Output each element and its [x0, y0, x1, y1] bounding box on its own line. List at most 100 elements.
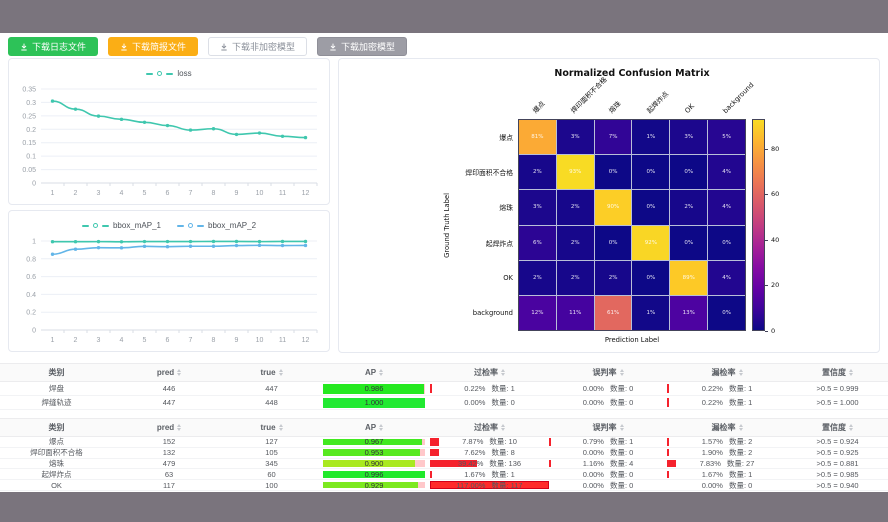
- svg-text:0.8: 0.8: [26, 256, 36, 263]
- download-icon: [220, 43, 228, 51]
- column-header-pred[interactable]: pred: [113, 419, 225, 436]
- column-header-pred[interactable]: pred: [113, 364, 225, 381]
- download-log-button[interactable]: 下载日志文件: [8, 37, 98, 56]
- cell-value: 爆点: [49, 437, 64, 447]
- cell-value: 127: [265, 437, 278, 446]
- column-header-label: 类别: [49, 422, 65, 433]
- column-header-misjudge[interactable]: 误判率: [549, 419, 667, 436]
- column-header-label: AP: [365, 368, 376, 377]
- rate-percent: 1.90%: [702, 448, 723, 457]
- column-header-ap[interactable]: AP: [318, 364, 430, 381]
- legend-item-loss[interactable]: loss: [146, 66, 191, 81]
- cell-overkill: 39.42%数量: 136: [430, 459, 549, 469]
- cm-row-label: 起焊炸点: [486, 238, 513, 248]
- sort-icon[interactable]: [620, 369, 624, 376]
- rate-percent: 1.67%: [702, 470, 723, 479]
- sort-icon[interactable]: [177, 424, 181, 431]
- ground-truth-axis-label: Ground Truth Label: [442, 119, 452, 331]
- rate-count: 数量: 8: [491, 448, 514, 458]
- svg-text:0.1: 0.1: [26, 154, 36, 161]
- cell-miss: 1.90%数量: 2: [667, 448, 787, 458]
- rate-percent: 7.62%: [464, 448, 485, 457]
- column-header-label: pred: [157, 423, 174, 432]
- column-header-ap[interactable]: AP: [318, 419, 430, 436]
- download-toolbar: 下载日志文件 下载简报文件 下载非加密模型 下载加密模型: [8, 37, 407, 56]
- cell-misjudge: 0.00%数量: 0: [549, 480, 667, 490]
- legend-label: bbox_mAP_2: [208, 221, 256, 230]
- cell-overkill: 7.87%数量: 10: [430, 437, 549, 447]
- cm-cell-value: 81%: [531, 134, 543, 140]
- cell-ap: 0.967: [318, 437, 430, 447]
- cell-confidence: >0.5 = 0.999: [787, 382, 888, 395]
- cm-cell-value: 2%: [533, 275, 542, 281]
- cm-cell: 6%: [519, 226, 556, 260]
- sort-icon[interactable]: [849, 369, 853, 376]
- cm-cell: 2%: [519, 155, 556, 189]
- column-header-overkill[interactable]: 过检率: [430, 364, 549, 381]
- rate-bar: [549, 438, 551, 445]
- cm-cell-value: 6%: [533, 240, 542, 246]
- column-header-overkill[interactable]: 过检率: [430, 419, 549, 436]
- cell-value: 446: [163, 384, 176, 393]
- column-header-true[interactable]: true: [225, 419, 318, 436]
- cell-pred: 479: [113, 459, 225, 469]
- prediction-axis-label: Prediction Label: [518, 336, 746, 344]
- cm-cell-value: 2%: [533, 169, 542, 175]
- sort-icon[interactable]: [849, 424, 853, 431]
- sort-icon[interactable]: [279, 369, 283, 376]
- cell-true: 60: [225, 469, 318, 479]
- cm-col-label: 焊印面积不合格: [568, 74, 609, 115]
- cm-cell: 11%: [557, 296, 594, 330]
- cell-confidence: >0.5 = 1.000: [787, 396, 888, 409]
- rate-bar: [667, 471, 669, 478]
- cell-category: 焊盘: [0, 382, 113, 395]
- column-header-misjudge[interactable]: 误判率: [549, 364, 667, 381]
- cm-cell: 1%: [632, 296, 669, 330]
- cm-cell: 92%: [632, 226, 669, 260]
- download-unencrypted-model-button[interactable]: 下载非加密模型: [208, 37, 307, 56]
- column-header-category: 类别: [0, 364, 113, 381]
- sort-icon[interactable]: [739, 424, 743, 431]
- download-encrypted-model-button[interactable]: 下载加密模型: [317, 37, 407, 56]
- rate-percent: 0.22%: [464, 384, 485, 393]
- cell-value: >0.5 = 0.940: [816, 481, 858, 490]
- sort-icon[interactable]: [501, 424, 505, 431]
- rate-percent: 0.00%: [583, 448, 604, 457]
- legend-item-bbox_mAP_2[interactable]: bbox_mAP_2: [177, 218, 256, 233]
- loss-chart-legend: loss: [9, 59, 329, 81]
- sort-icon[interactable]: [739, 369, 743, 376]
- legend-label: bbox_mAP_1: [113, 221, 161, 230]
- svg-text:7: 7: [189, 190, 193, 197]
- sort-icon[interactable]: [379, 424, 383, 431]
- cell-confidence: >0.5 = 0.940: [787, 480, 888, 490]
- svg-text:0.4: 0.4: [26, 292, 36, 299]
- cell-value: 447: [265, 384, 278, 393]
- cm-cell: 2%: [670, 190, 707, 224]
- svg-text:5: 5: [143, 190, 147, 197]
- rate-bar: [430, 449, 439, 456]
- legend-item-bbox_mAP_1[interactable]: bbox_mAP_1: [82, 218, 161, 233]
- loss-chart-card: loss 00.050.10.150.20.250.30.35123456789…: [8, 58, 330, 205]
- rate-percent: 7.83%: [700, 459, 721, 468]
- column-header-true[interactable]: true: [225, 364, 318, 381]
- svg-text:4: 4: [120, 337, 124, 344]
- column-header-miss[interactable]: 漏检率: [667, 364, 787, 381]
- rate-percent: 39.42%: [458, 459, 483, 468]
- cm-cell: 5%: [708, 120, 745, 154]
- download-report-button[interactable]: 下载简报文件: [108, 37, 198, 56]
- column-header-confidence[interactable]: 置信度: [787, 419, 888, 436]
- sort-icon[interactable]: [620, 424, 624, 431]
- cell-category: OK: [0, 480, 113, 490]
- column-header-label: pred: [157, 368, 174, 377]
- cell-value: >0.5 = 0.925: [816, 448, 858, 457]
- cm-cell: 12%: [519, 296, 556, 330]
- cm-col-label: 爆点: [530, 98, 547, 115]
- cm-cell: 3%: [670, 120, 707, 154]
- sort-icon[interactable]: [279, 424, 283, 431]
- sort-icon[interactable]: [379, 369, 383, 376]
- column-header-miss[interactable]: 漏检率: [667, 419, 787, 436]
- cell-pred: 446: [113, 382, 225, 395]
- column-header-confidence[interactable]: 置信度: [787, 364, 888, 381]
- sort-icon[interactable]: [177, 369, 181, 376]
- sort-icon[interactable]: [501, 369, 505, 376]
